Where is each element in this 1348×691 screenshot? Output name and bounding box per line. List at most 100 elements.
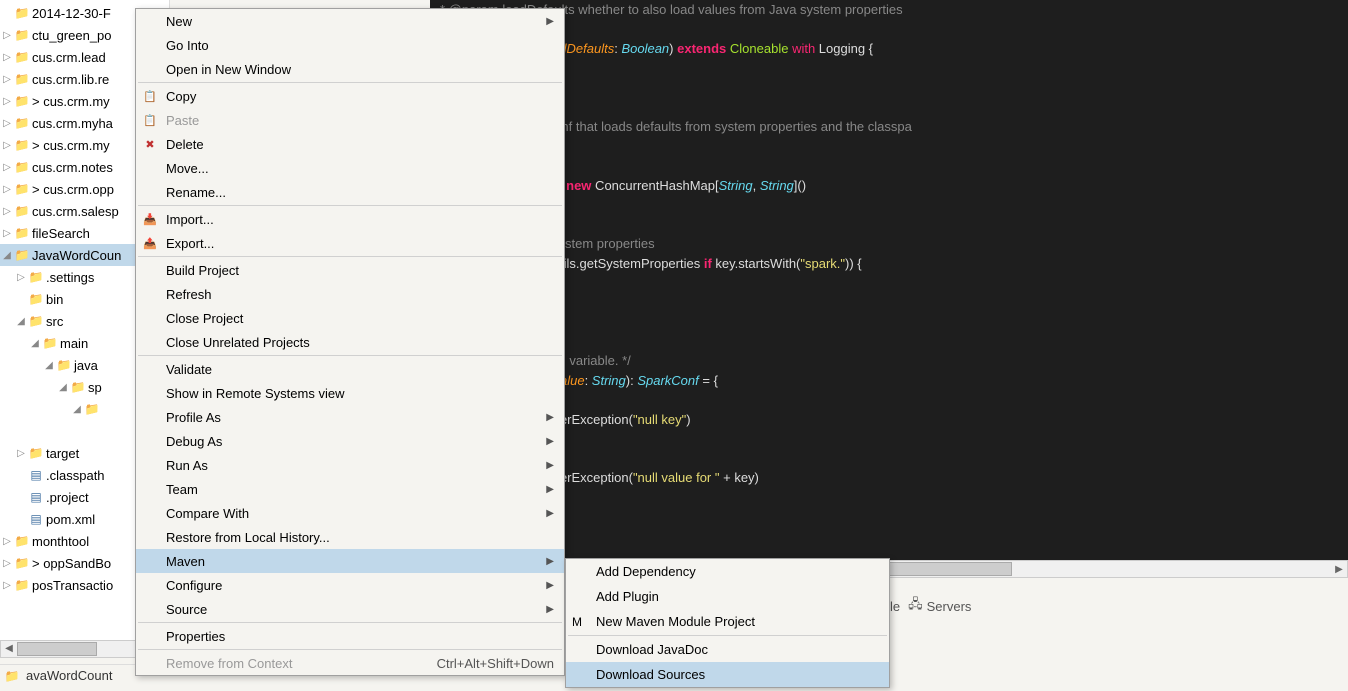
- code-line[interactable]: }: [440, 429, 1338, 449]
- tab-servers[interactable]: 🖧 Servers: [908, 595, 971, 617]
- code-line[interactable]: throw new NullPointerException("null key…: [440, 410, 1338, 430]
- menu-item-go-into[interactable]: Go Into: [136, 33, 564, 57]
- tree-label: java: [74, 358, 98, 373]
- scroll-left-icon[interactable]: ◀: [1, 641, 17, 657]
- folder-icon: 📁: [70, 379, 86, 395]
- menu-item-refresh[interactable]: Refresh: [136, 282, 564, 306]
- menu-item-debug-as[interactable]: Debug As▶: [136, 429, 564, 453]
- menu-item-source[interactable]: Source▶: [136, 597, 564, 621]
- twisty-icon[interactable]: ▷: [2, 184, 12, 195]
- twisty-icon[interactable]: ◢: [30, 338, 40, 349]
- twisty-icon[interactable]: ◢: [72, 404, 82, 415]
- tab-console[interactable]: le: [890, 595, 900, 617]
- menu-item-copy[interactable]: Copy: [136, 84, 564, 108]
- menu-item-close-project[interactable]: Close Project: [136, 306, 564, 330]
- code-line[interactable]: }: [440, 312, 1338, 332]
- twisty-icon[interactable]: ▷: [16, 448, 26, 459]
- code-line[interactable]: def this() = this(true): [440, 137, 1338, 157]
- twisty-icon[interactable]: ▷: [2, 118, 12, 129]
- code-line[interactable]: }: [440, 293, 1338, 313]
- code-line[interactable]: class SparkConf(loadDefaults: Boolean) e…: [440, 39, 1338, 59]
- menu-item-show-in-remote-systems-view[interactable]: Show in Remote Systems view: [136, 381, 564, 405]
- menu-item-team[interactable]: Team▶: [136, 477, 564, 501]
- menu-item-properties[interactable]: Properties: [136, 624, 564, 648]
- code-line[interactable]: if (key == null) {: [440, 390, 1338, 410]
- menu-item-import-[interactable]: Import...: [136, 207, 564, 231]
- code-line[interactable]: import SparkConf._: [440, 78, 1338, 98]
- code-line[interactable]: * @param loadDefaults whether to also lo…: [440, 0, 1338, 20]
- menu-item-open-in-new-window[interactable]: Open in New Window: [136, 57, 564, 81]
- code-line[interactable]: }: [440, 488, 1338, 508]
- twisty-icon[interactable]: ◢: [2, 250, 12, 261]
- menu-item-export-[interactable]: Export...: [136, 231, 564, 255]
- code-line[interactable]: */: [440, 20, 1338, 40]
- code-line[interactable]: // Load any spark.* system properties: [440, 234, 1338, 254]
- code-line[interactable]: [440, 156, 1338, 176]
- project-icon: 📁: [14, 115, 30, 131]
- submenu-item-add-plugin[interactable]: Add Plugin: [566, 584, 889, 609]
- bottom-tabs[interactable]: le 🖧 Servers: [890, 595, 971, 617]
- folder-icon: [84, 423, 100, 439]
- code-line[interactable]: /** Set a configuration variable. */: [440, 351, 1338, 371]
- menu-item-maven[interactable]: Maven▶: [136, 549, 564, 573]
- code-line[interactable]: if (value == null) {: [440, 449, 1338, 469]
- menu-item-run-as[interactable]: Run As▶: [136, 453, 564, 477]
- code-line[interactable]: /** Create a SparkConf that loads defaul…: [440, 117, 1338, 137]
- submenu-item-download-sources[interactable]: Download Sources: [566, 662, 889, 687]
- twisty-icon[interactable]: ▷: [2, 558, 12, 569]
- code-editor[interactable]: * @param loadDefaults whether to also lo…: [430, 0, 1348, 560]
- twisty-icon[interactable]: ◢: [44, 360, 54, 371]
- code-line[interactable]: [440, 332, 1338, 352]
- submenu-item-download-javadoc[interactable]: Download JavaDoc: [566, 637, 889, 662]
- code-line[interactable]: set(key, value): [440, 273, 1338, 293]
- code-line[interactable]: [440, 195, 1338, 215]
- twisty-icon[interactable]: ▷: [2, 140, 12, 151]
- menu-item-validate[interactable]: Validate: [136, 357, 564, 381]
- code-line[interactable]: def set(key: String, value: String): Spa…: [440, 371, 1338, 391]
- folder-icon: 📁: [56, 357, 72, 373]
- twisty-icon[interactable]: ◢: [58, 382, 68, 393]
- code-line[interactable]: [440, 59, 1338, 79]
- menu-item-new[interactable]: New▶: [136, 9, 564, 33]
- menu-item-rename-[interactable]: Rename...: [136, 180, 564, 204]
- submenu-item-add-dependency[interactable]: Add Dependency: [566, 559, 889, 584]
- menu-item-delete[interactable]: Delete: [136, 132, 564, 156]
- context-menu[interactable]: New▶Go IntoOpen in New WindowCopyPasteDe…: [135, 8, 565, 676]
- menu-item-configure[interactable]: Configure▶: [136, 573, 564, 597]
- submenu-label: Download Sources: [596, 667, 705, 682]
- menu-item-restore-from-local-history-[interactable]: Restore from Local History...: [136, 525, 564, 549]
- file-icon: ▤: [28, 489, 44, 505]
- code-line[interactable]: for ((key, value) <- Utils.getSystemProp…: [440, 254, 1338, 274]
- twisty-icon[interactable]: ▷: [2, 228, 12, 239]
- tree-label: target: [46, 446, 79, 461]
- tree-label: fileSearch: [32, 226, 90, 241]
- code-line[interactable]: if (loadDefaults) {: [440, 215, 1338, 235]
- scrollbar-thumb[interactable]: [17, 642, 97, 656]
- code-line[interactable]: [440, 98, 1338, 118]
- code-line[interactable]: private val settings = new ConcurrentHas…: [440, 176, 1338, 196]
- scroll-right-icon[interactable]: ▶: [1331, 564, 1347, 575]
- menu-item-compare-with[interactable]: Compare With▶: [136, 501, 564, 525]
- twisty-icon[interactable]: ▷: [2, 74, 12, 85]
- submenu-item-new-maven-module-project[interactable]: MNew Maven Module Project: [566, 609, 889, 634]
- twisty-icon[interactable]: ▷: [2, 206, 12, 217]
- twisty-icon[interactable]: ▷: [2, 96, 12, 107]
- code-line[interactable]: throw new NullPointerException("null val…: [440, 468, 1338, 488]
- menu-item-profile-as[interactable]: Profile As▶: [136, 405, 564, 429]
- shortcut-label: Ctrl+Alt+Shift+Down: [437, 656, 554, 671]
- twisty-icon[interactable]: ▷: [16, 272, 26, 283]
- menu-item-move-[interactable]: Move...: [136, 156, 564, 180]
- menu-item-build-project[interactable]: Build Project: [136, 258, 564, 282]
- twisty-icon[interactable]: ▷: [2, 30, 12, 41]
- maven-submenu[interactable]: Add DependencyAdd PluginMNew Maven Modul…: [565, 558, 890, 688]
- tree-label: > cus.crm.my: [32, 94, 110, 109]
- project-icon: 📁: [14, 5, 30, 21]
- twisty-icon[interactable]: ▷: [2, 580, 12, 591]
- twisty-icon[interactable]: ▷: [2, 52, 12, 63]
- twisty-icon[interactable]: ▷: [2, 162, 12, 173]
- menu-label: Show in Remote Systems view: [166, 386, 344, 401]
- twisty-icon[interactable]: ◢: [16, 316, 26, 327]
- menu-item-close-unrelated-projects[interactable]: Close Unrelated Projects: [136, 330, 564, 354]
- twisty-icon[interactable]: ▷: [2, 536, 12, 547]
- tree-label: main: [60, 336, 88, 351]
